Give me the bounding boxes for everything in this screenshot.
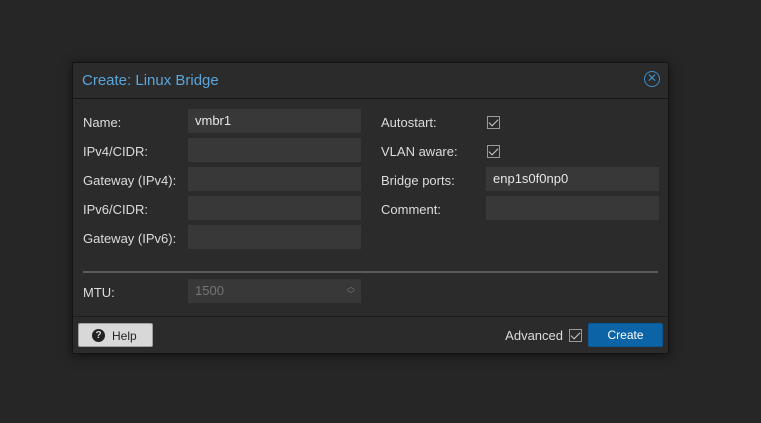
ipv6-cidr-field[interactable] (188, 196, 361, 220)
dialog-title: Create: Linux Bridge (82, 72, 219, 89)
gateway-ipv6-field[interactable] (188, 225, 361, 249)
create-linux-bridge-dialog: Create: Linux Bridge ✕ Name: IPv4/CIDR: … (72, 62, 669, 354)
comment-field[interactable] (486, 196, 659, 220)
ipv4-cidr-label: IPv4/CIDR: (83, 144, 149, 159)
mtu-label: MTU: (83, 285, 115, 300)
bridge-ports-label: Bridge ports: (381, 173, 455, 188)
advanced-label: Advanced (505, 328, 563, 343)
help-button-label: Help (112, 329, 137, 343)
close-icon[interactable]: ✕ (644, 71, 660, 87)
advanced-checkbox[interactable] (569, 329, 582, 342)
create-button[interactable]: Create (588, 323, 663, 347)
dialog-footer: ? Help Advanced Create (73, 316, 668, 353)
mtu-field[interactable] (188, 279, 361, 303)
help-button[interactable]: ? Help (78, 323, 153, 347)
ipv4-cidr-field[interactable] (188, 138, 361, 162)
autostart-checkbox[interactable] (487, 116, 500, 129)
name-label: Name: (83, 115, 122, 130)
mtu-stepper[interactable]: ︿﹀ (188, 279, 361, 303)
comment-label: Comment: (381, 202, 441, 217)
autostart-label: Autostart: (381, 115, 437, 130)
bridge-ports-field[interactable] (486, 167, 659, 191)
gateway-ipv4-field[interactable] (188, 167, 361, 191)
gateway-ipv6-label: Gateway (IPv6): (83, 231, 177, 246)
name-field[interactable] (188, 109, 361, 133)
section-divider (83, 271, 658, 273)
question-circle-icon: ? (92, 329, 105, 342)
gateway-ipv4-label: Gateway (IPv4): (83, 173, 177, 188)
vlan-aware-checkbox[interactable] (487, 145, 500, 158)
dialog-titlebar[interactable]: Create: Linux Bridge ✕ (73, 63, 668, 99)
vlan-aware-label: VLAN aware: (381, 144, 458, 159)
spinner-arrows-icon[interactable]: ︿ ﹀ (347, 283, 355, 299)
ipv6-cidr-label: IPv6/CIDR: (83, 202, 149, 217)
